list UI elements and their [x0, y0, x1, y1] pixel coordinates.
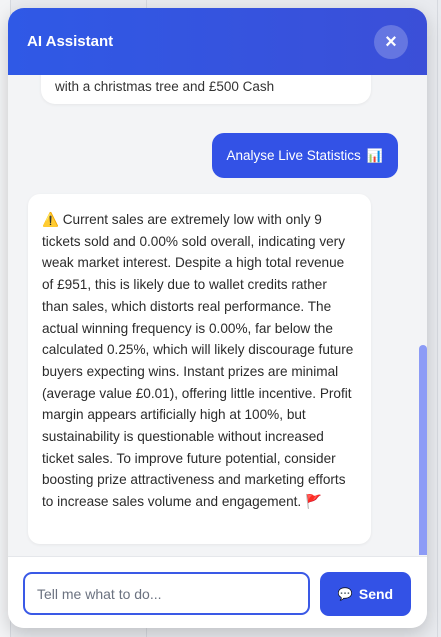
page-divider	[437, 0, 438, 637]
close-icon: ×	[385, 31, 397, 53]
send-label: Send	[358, 586, 394, 602]
red-flag-icon: 🚩	[304, 494, 322, 510]
previous-message-text: with a christmas tree and £500 Cash	[55, 79, 275, 94]
bar-chart-icon: 📊	[366, 147, 383, 163]
composer: 💬 Send	[8, 556, 427, 628]
assistant-message: ⚠️ Current sales are extremely low with …	[28, 194, 371, 544]
send-button[interactable]: 💬 Send	[320, 572, 411, 616]
assistant-message-text: Current sales are extremely low with onl…	[42, 212, 354, 510]
scrollbar-thumb[interactable]	[419, 345, 427, 555]
chat-bubble-icon: 💬	[337, 587, 353, 601]
message-list[interactable]: with a christmas tree and £500 Cash Anal…	[8, 75, 427, 555]
warning-icon: ⚠️	[42, 212, 63, 227]
close-button[interactable]: ×	[374, 25, 408, 59]
assistant-title: AI Assistant	[27, 33, 114, 50]
user-message: Analyse Live Statistics 📊	[211, 133, 398, 178]
assistant-header: AI Assistant ×	[8, 8, 427, 75]
assistant-widget: AI Assistant × with a christmas tree and…	[8, 8, 427, 628]
user-message-text: Analyse Live Statistics	[226, 148, 361, 163]
previous-assistant-message: with a christmas tree and £500 Cash	[41, 75, 371, 104]
message-input[interactable]	[23, 572, 310, 615]
